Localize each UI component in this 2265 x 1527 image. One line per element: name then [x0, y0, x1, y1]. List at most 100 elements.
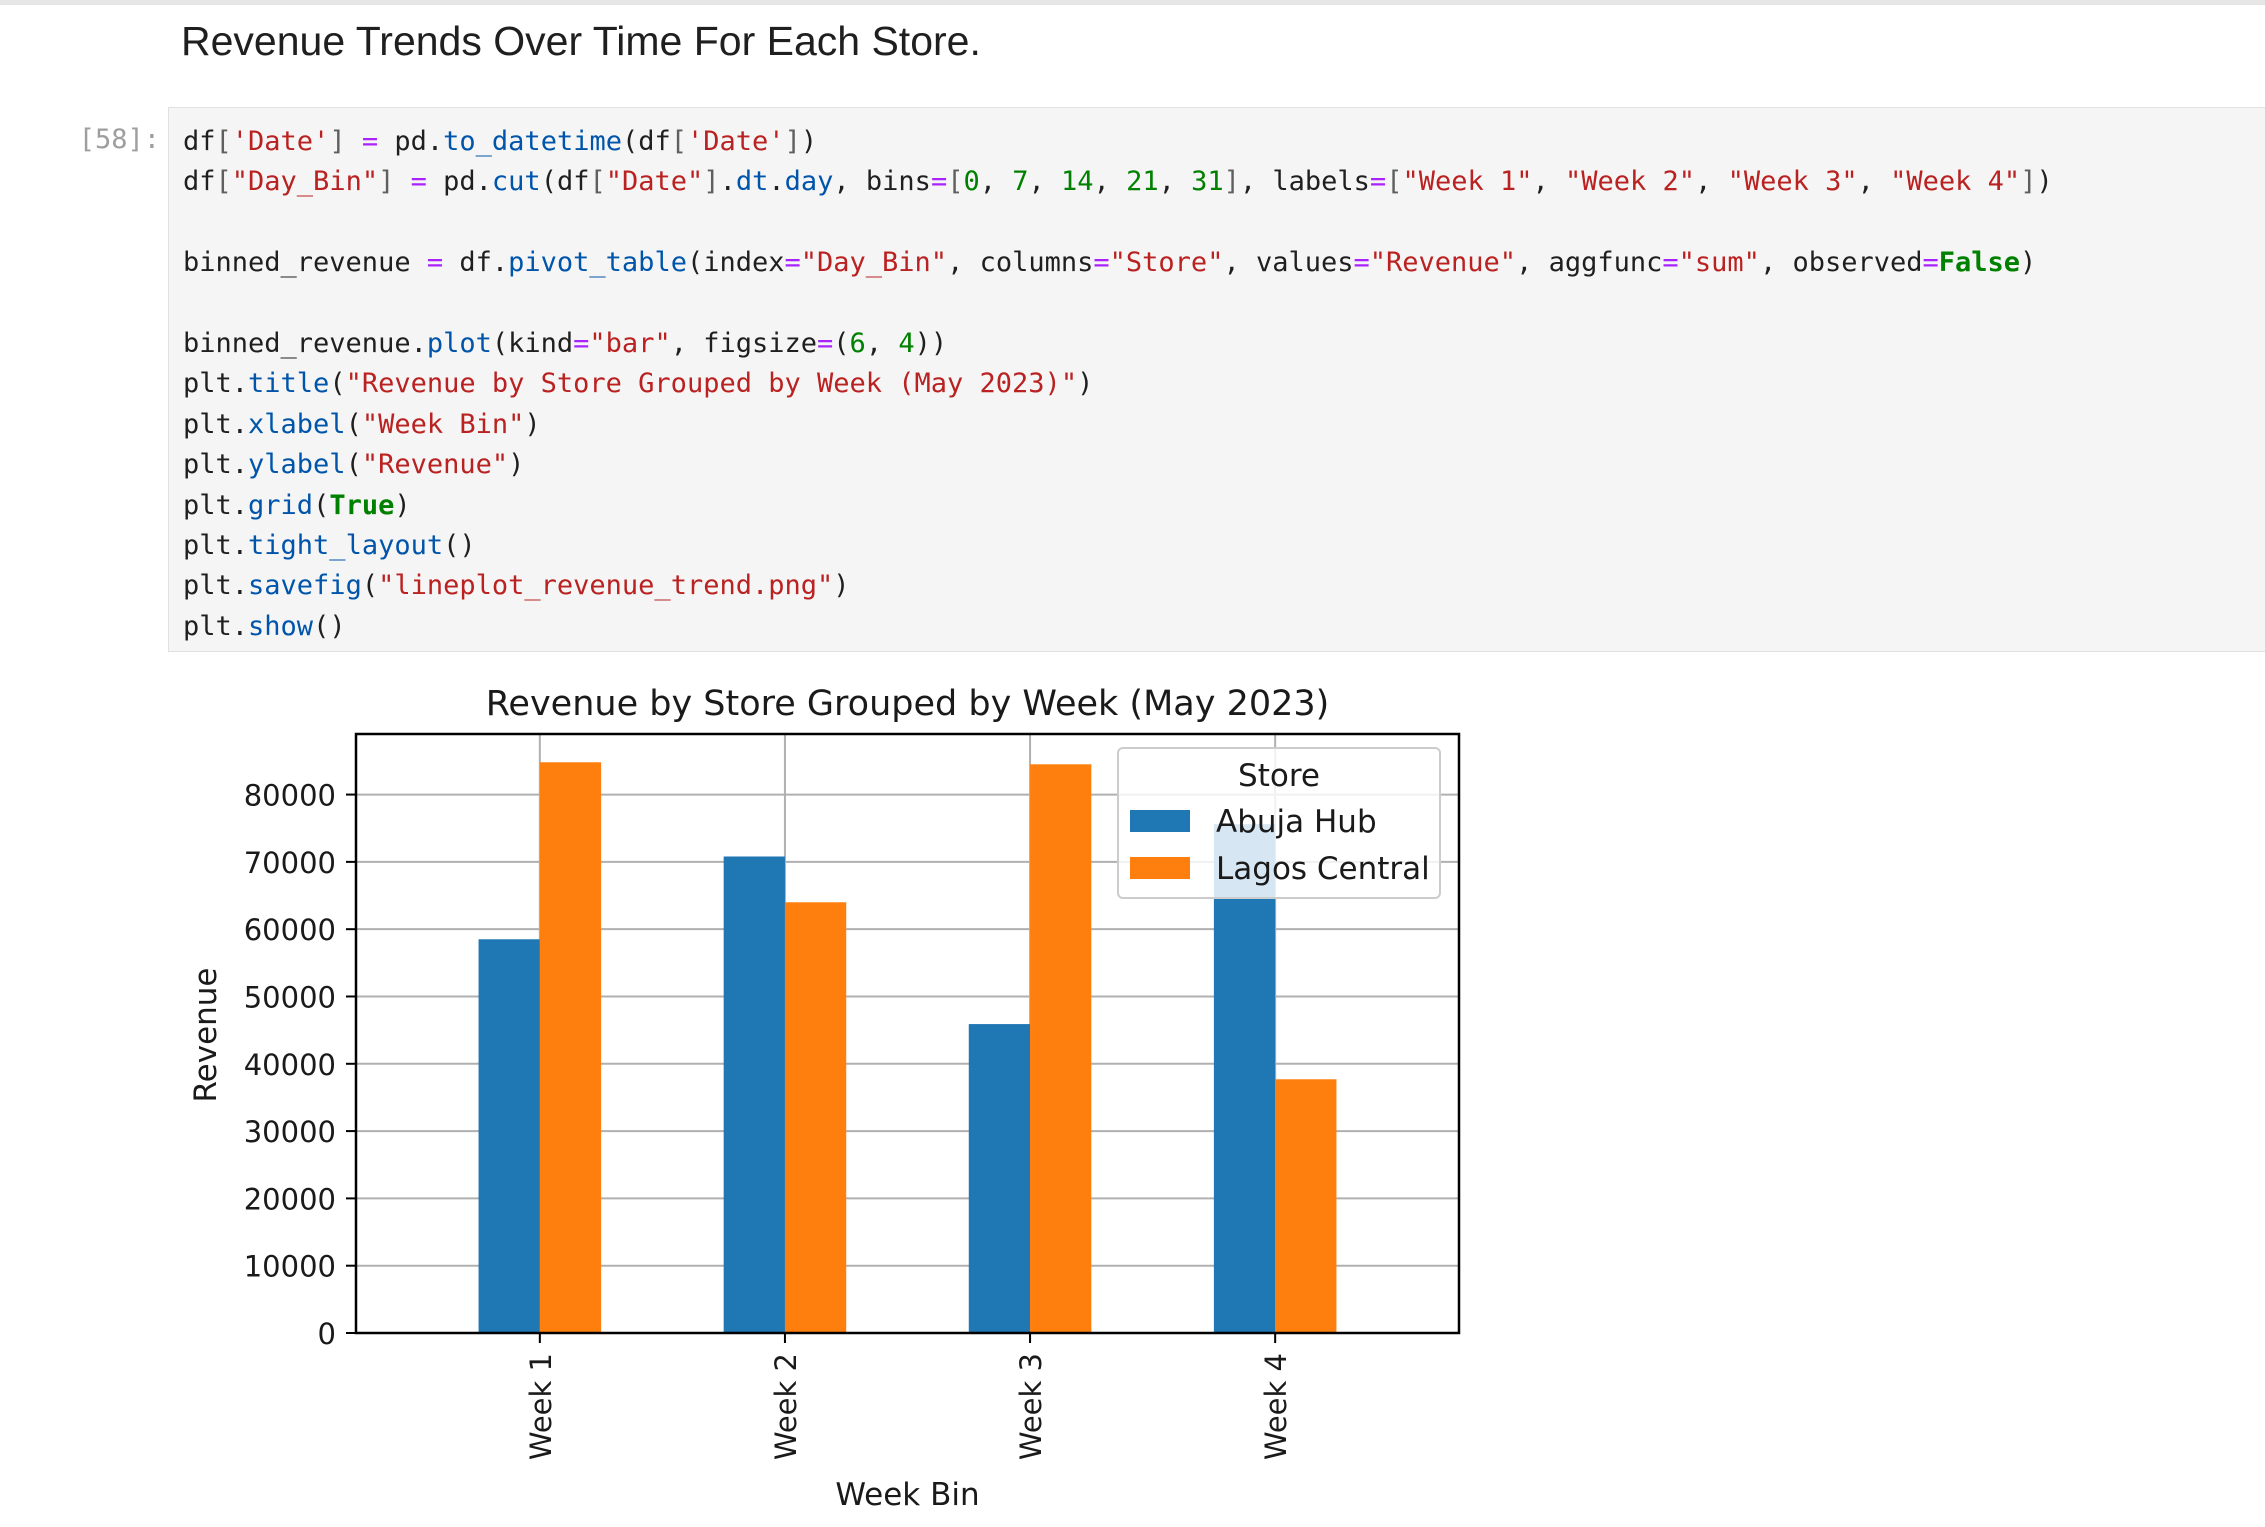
code-token: .: [768, 166, 785, 198]
bar-abuja-hub-1: [478, 939, 540, 1333]
legend-label-abuja-hub: Abuja Hub: [1216, 804, 1377, 840]
code-token: "Day_Bin": [800, 247, 948, 279]
top-divider: [0, 0, 2265, 5]
code-token: =: [1922, 247, 1939, 279]
code-token: "Week 2": [1565, 166, 1696, 198]
code-token: [: [947, 166, 964, 198]
code-token: pd.: [426, 166, 492, 198]
code-token: pd.: [378, 126, 444, 157]
code-line: plt.tight_layout(): [183, 530, 476, 561]
code-token: xlabel: [248, 408, 346, 440]
code-token: plot: [426, 328, 492, 360]
x-tick-label: Week 4: [1259, 1353, 1293, 1460]
code-token: , bins: [833, 166, 931, 198]
code-token: ]: [378, 166, 395, 198]
y-tick-label: 30000: [244, 1115, 336, 1149]
chart-title: Revenue by Store Grouped by Week (May 20…: [486, 684, 1330, 724]
code-token: 'Date': [231, 126, 330, 157]
code-token: "Week Bin": [361, 408, 525, 440]
code-token: ): [394, 489, 411, 521]
code-token: ]: [2020, 166, 2037, 198]
code-token: (: [313, 489, 330, 521]
y-tick-label: 0: [318, 1317, 336, 1351]
code-token: (: [833, 328, 850, 360]
code-token: ): [2036, 166, 2053, 198]
code-token: "Week 1": [1402, 166, 1533, 198]
code-token: )): [914, 328, 948, 360]
code-token: , aggfunc: [1516, 247, 1663, 279]
code-token: (: [361, 570, 379, 602]
code-token: =: [784, 247, 801, 279]
code-token: plt.: [183, 610, 249, 642]
legend: Store Abuja Hub Lagos Central: [1117, 747, 1441, 899]
y-tick-label: 20000: [244, 1182, 336, 1216]
y-axis-label: Revenue: [188, 967, 224, 1102]
code-token: (index: [686, 247, 785, 279]
code-token: , figsize: [670, 328, 818, 360]
code-token: ,: [1857, 166, 1891, 198]
code-line: plt.savefig("lineplot_revenue_trend.png"…: [183, 570, 850, 601]
code-token: 31: [1191, 166, 1224, 198]
code-token: tight_layout: [248, 530, 444, 562]
code-token: ): [800, 126, 818, 157]
code-token: (): [443, 530, 476, 562]
y-tick-label: 80000: [244, 779, 336, 813]
legend-title: Store: [1238, 758, 1320, 794]
code-token: ,: [1093, 166, 1127, 198]
code-token: ylabel: [248, 449, 346, 481]
code-token: (kind: [491, 328, 574, 360]
code-token: , values: [1223, 247, 1354, 279]
code-token: (): [313, 610, 346, 642]
cell-execution-count: [58]:: [78, 124, 160, 155]
bar-lagos-central-4: [1275, 1079, 1337, 1333]
code-token: ]: [784, 126, 801, 157]
bar-lagos-central-2: [784, 902, 847, 1333]
code-token: show: [248, 610, 314, 642]
code-token: =: [1369, 166, 1387, 198]
code-cell-editor[interactable]: df['Date'] = pd.to_datetime(df['Date']) …: [168, 107, 2265, 652]
code-token: ): [833, 570, 850, 602]
code-token: "lineplot_revenue_trend.png": [378, 570, 834, 602]
code-token: plt.: [183, 408, 249, 440]
code-token: ): [2020, 247, 2037, 279]
code-token: "Week 4": [1890, 166, 2021, 198]
code-token: [: [589, 166, 606, 198]
code-token: =: [930, 166, 948, 198]
code-token: ,: [1158, 166, 1192, 198]
code-token: "Revenue by Store Grouped by Week (May 2…: [345, 368, 1078, 400]
code-token: [: [1386, 166, 1403, 198]
code-token: "Revenue": [361, 449, 509, 481]
y-tick-label: 50000: [244, 980, 336, 1014]
code-token: df: [183, 126, 216, 157]
code-token: [: [215, 126, 232, 157]
code-token: ]: [329, 126, 346, 157]
markdown-heading: Revenue Trends Over Time For Each Store.: [181, 18, 981, 64]
code-token: .: [719, 166, 736, 198]
code-token: "sum": [1678, 247, 1760, 279]
code-token: [: [215, 166, 232, 198]
code-token: =: [410, 166, 427, 198]
code-token: (: [329, 368, 346, 400]
code-token: ): [508, 449, 525, 481]
code-token: binned_revenue.: [183, 328, 427, 360]
bar-lagos-central-3: [1030, 764, 1092, 1333]
bar-abuja-hub-2: [723, 856, 785, 1333]
code-token: "Store": [1109, 247, 1224, 279]
x-axis-label: Week Bin: [835, 1477, 979, 1513]
code-token: False: [1938, 247, 2021, 279]
code-token: title: [248, 368, 330, 400]
code-token: plt.: [183, 570, 249, 602]
code-token: =: [1093, 247, 1110, 279]
code-token: =: [426, 247, 444, 279]
y-tick-label: 10000: [244, 1250, 336, 1284]
code-token: (df: [621, 126, 671, 157]
code-token: (: [345, 449, 362, 481]
code-token: 6: [849, 328, 866, 360]
code-token: "Revenue": [1369, 247, 1517, 279]
code-token: 'Date': [687, 126, 785, 157]
code-token: =: [361, 126, 379, 157]
code-token: plt.: [183, 449, 249, 481]
code-text[interactable]: df['Date'] = pd.to_datetime(df['Date']) …: [183, 122, 2053, 647]
code-token: savefig: [248, 570, 362, 602]
